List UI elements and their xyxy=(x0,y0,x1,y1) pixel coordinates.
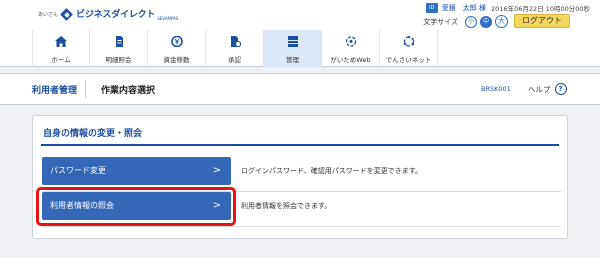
home-icon xyxy=(55,36,67,47)
nav-transfer-label: 資金移動 xyxy=(163,56,190,64)
logout-button[interactable]: ログアウト xyxy=(514,14,570,28)
password-change-label: パスワード変更 xyxy=(50,166,106,175)
nav-statements-label: 明細照会 xyxy=(105,56,132,64)
nav-gaitame-web[interactable]: がいためWeb xyxy=(322,30,380,67)
chevron-right-icon: > xyxy=(212,165,221,176)
nav-home[interactable]: ホーム xyxy=(32,30,90,67)
password-change-button[interactable]: パスワード変更 > xyxy=(42,157,231,185)
document-icon xyxy=(115,36,123,47)
breadcrumb-section: 利用者管理 xyxy=(32,86,78,96)
globe-icon xyxy=(345,36,356,47)
nav-gaitame-web-label: がいためWeb xyxy=(330,56,371,64)
logo-subtitle: SEVAMPAS xyxy=(157,16,179,21)
nav-transfer[interactable]: 資金移動 xyxy=(148,30,206,67)
help-link[interactable]: ヘルプ ? xyxy=(528,83,567,95)
user-info: ID 愛銀 太郎 様 2016年06月22日 10時00分00秒 xyxy=(425,2,590,14)
help-icon: ? xyxy=(554,83,567,95)
main-nav: ホーム 明細照会 資金移動 承認 管理 がいためWeb でんさいネット xyxy=(32,30,438,67)
sub-header: 利用者管理 作業内容選択 BRSK001 ヘルプ ? xyxy=(0,73,600,105)
page-title: 作業内容選択 xyxy=(101,86,156,96)
nav-approval[interactable]: 承認 xyxy=(206,30,264,67)
screen-id: BRSK001 xyxy=(481,85,511,93)
font-size-medium-button[interactable]: 中 xyxy=(480,15,492,28)
font-size-label: 文字サイズ xyxy=(423,17,458,26)
nav-approval-label: 承認 xyxy=(228,56,241,64)
bank-logo[interactable]: あいざん ビジネスダイレクト SEVAMPAS xyxy=(38,8,178,22)
row-divider xyxy=(42,226,561,227)
panel-title-rule xyxy=(41,144,559,146)
yen-transfer-icon xyxy=(170,36,183,47)
font-size-large-button[interactable]: 大 xyxy=(495,15,508,28)
self-info-panel: 自身の情報の変更・照会 パスワード変更 > ログインパスワード、確認用パスワード… xyxy=(32,115,568,239)
nav-densai-net[interactable]: でんさいネット xyxy=(380,30,438,67)
user-id-icon: ID xyxy=(425,3,438,13)
logo-service-name: ビジネスダイレクト xyxy=(76,10,156,20)
help-label: ヘルプ xyxy=(528,84,551,94)
user-name: 愛銀 太郎 様 xyxy=(441,4,487,12)
breadcrumb-divider xyxy=(85,80,86,98)
logo-bank-name: あいざん xyxy=(38,12,59,18)
nav-admin-label: 管理 xyxy=(286,56,299,64)
admin-icon xyxy=(287,36,298,47)
nav-admin[interactable]: 管理 xyxy=(264,30,322,67)
panel-title: 自身の情報の変更・照会 xyxy=(43,129,143,139)
top-header: あいざん ビジネスダイレクト SEVAMPAS ID 愛銀 太郎 様 2016年… xyxy=(0,0,600,67)
font-size-small-button[interactable]: 小 xyxy=(465,15,477,28)
logo-mark-icon xyxy=(61,9,73,21)
nav-home-label: ホーム xyxy=(51,56,71,64)
highlight-frame xyxy=(36,187,236,226)
last-login-time: 2016年06月22日 10時00分00秒 xyxy=(491,5,590,13)
approval-icon xyxy=(230,36,241,47)
network-icon xyxy=(403,36,414,47)
menu-row-password: パスワード変更 > ログインパスワード、確認用パスワードを変更できます。 xyxy=(42,157,561,185)
font-size-selector: 文字サイズ 小 中 大 xyxy=(423,15,508,28)
nav-statements[interactable]: 明細照会 xyxy=(90,30,148,67)
password-change-description: ログインパスワード、確認用パスワードを変更できます。 xyxy=(241,167,423,175)
user-info-inquiry-description: 利用者情報を照会できます。 xyxy=(241,202,332,210)
nav-densai-net-label: でんさいネット xyxy=(385,56,432,64)
